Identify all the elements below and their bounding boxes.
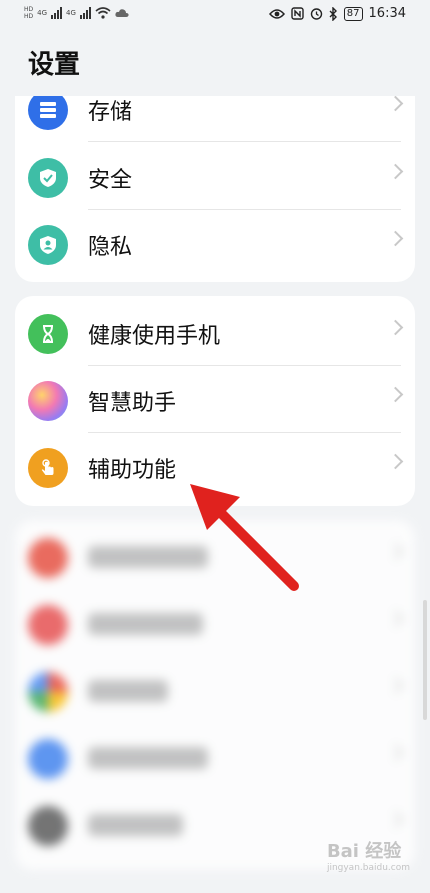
hms-core-icon bbox=[28, 605, 68, 645]
divider bbox=[88, 209, 401, 210]
chevron-right-icon bbox=[387, 319, 404, 336]
settings-item-label-blurred bbox=[88, 546, 208, 568]
divider bbox=[88, 365, 401, 366]
settings-item-hms-core[interactable] bbox=[15, 591, 415, 657]
settings-item-storage[interactable]: 存储 bbox=[15, 96, 415, 142]
scrollbar-thumb[interactable] bbox=[423, 600, 427, 720]
settings-item-accessibility[interactable]: 辅助功能 bbox=[15, 434, 415, 500]
watermark-text: Bai 经验 bbox=[326, 841, 402, 862]
divider bbox=[88, 432, 401, 433]
settings-item-label-blurred bbox=[88, 747, 208, 769]
signal-icon-2 bbox=[79, 7, 91, 19]
chevron-right-icon bbox=[387, 163, 404, 180]
status-bar: HD HD 4G 4G 87 16:34 bbox=[0, 0, 430, 32]
settings-item-google[interactable] bbox=[15, 658, 415, 724]
settings-item-label: 健康使用手机 bbox=[88, 324, 221, 349]
settings-item-label: 存储 bbox=[88, 100, 133, 125]
settings-group-3 bbox=[15, 520, 415, 870]
signal-icon-1 bbox=[51, 7, 63, 19]
settings-group-2: 健康使用手机 智慧助手 辅助功能 bbox=[15, 296, 415, 506]
wifi-icon bbox=[95, 7, 111, 19]
chevron-right-icon bbox=[387, 386, 404, 403]
settings-item-system[interactable] bbox=[15, 725, 415, 791]
status-right: 87 16:34 bbox=[268, 6, 406, 21]
chevron-right-icon bbox=[387, 230, 404, 247]
settings-item-label: 智慧助手 bbox=[88, 391, 177, 416]
settings-item-smart-assistant[interactable]: 智慧助手 bbox=[15, 367, 415, 433]
assistant-orb-icon bbox=[28, 381, 68, 421]
settings-item-security[interactable]: 安全 bbox=[15, 144, 415, 210]
cloud-icon bbox=[115, 9, 129, 17]
divider bbox=[88, 141, 401, 142]
watermark: Bai 经验 jingyan.baidu.com bbox=[327, 837, 410, 873]
hd-badge: HD HD bbox=[24, 6, 34, 20]
chevron-right-icon bbox=[387, 677, 404, 694]
chevron-right-icon bbox=[387, 610, 404, 627]
chevron-right-icon bbox=[387, 744, 404, 761]
page-title: 设置 bbox=[28, 50, 81, 80]
settings-item-label-blurred bbox=[88, 814, 183, 836]
settings-item-privacy[interactable]: 隐私 bbox=[15, 211, 415, 277]
network-type-1: 4G bbox=[37, 9, 48, 17]
chevron-right-icon bbox=[387, 96, 404, 112]
system-update-icon bbox=[28, 739, 68, 779]
alarm-icon bbox=[310, 8, 322, 20]
hand-tap-icon bbox=[28, 448, 68, 488]
chevron-right-icon bbox=[387, 453, 404, 470]
settings-item-digital-balance[interactable]: 健康使用手机 bbox=[15, 300, 415, 366]
hourglass-icon bbox=[28, 314, 68, 354]
account-icon bbox=[28, 538, 68, 578]
shield-check-icon bbox=[28, 158, 68, 198]
chevron-right-icon bbox=[387, 811, 404, 828]
nfc-icon bbox=[291, 7, 304, 20]
settings-item-label: 隐私 bbox=[88, 235, 133, 260]
storage-icon bbox=[28, 96, 68, 130]
battery-indicator: 87 bbox=[343, 6, 363, 21]
status-left: HD HD 4G 4G bbox=[24, 6, 129, 20]
watermark-sub: jingyan.baidu.com bbox=[326, 863, 410, 873]
bluetooth-icon bbox=[329, 6, 337, 21]
network-type-2: 4G bbox=[66, 9, 76, 17]
privacy-shield-icon bbox=[28, 225, 68, 265]
eye-comfort-icon bbox=[268, 8, 285, 19]
settings-group-1: 存储 安全 隐私 bbox=[15, 96, 415, 282]
clock: 16:34 bbox=[368, 6, 406, 21]
settings-item-label-blurred bbox=[88, 680, 168, 702]
about-phone-icon bbox=[28, 806, 68, 846]
google-icon bbox=[28, 672, 68, 712]
settings-item-label: 安全 bbox=[88, 168, 133, 193]
chevron-right-icon bbox=[387, 543, 404, 560]
settings-item-accounts[interactable] bbox=[15, 524, 415, 590]
settings-item-label: 辅助功能 bbox=[88, 458, 177, 483]
settings-item-label-blurred bbox=[88, 613, 203, 635]
